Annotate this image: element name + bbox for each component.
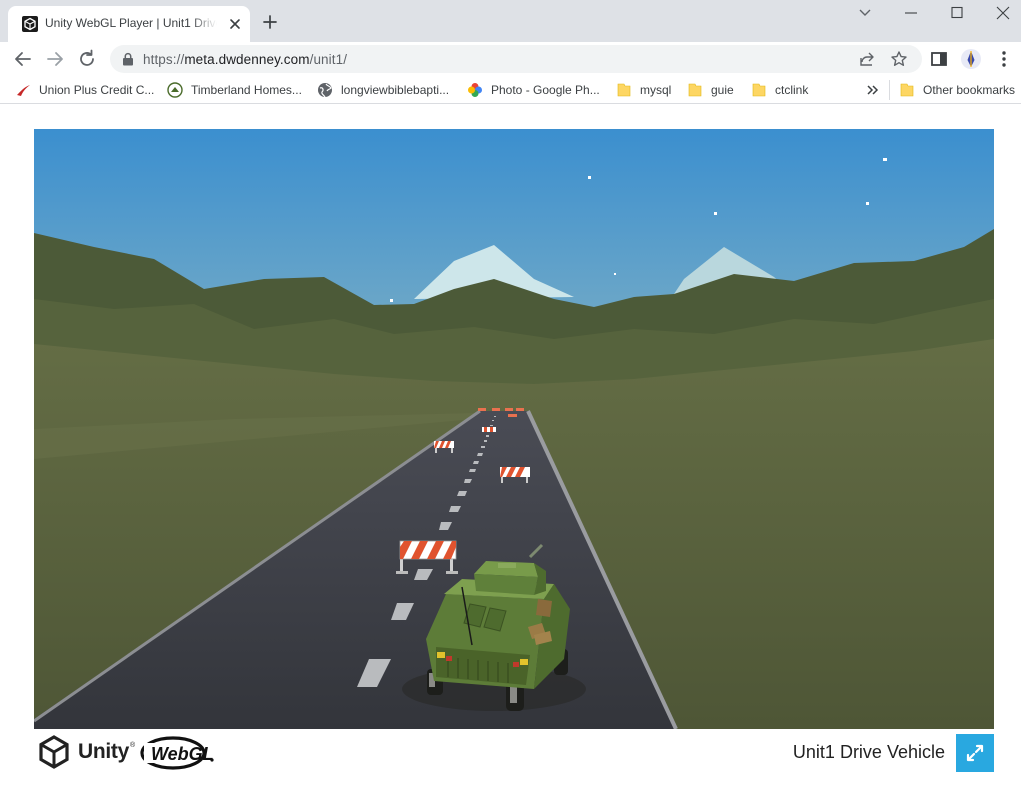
timberland-icon: [167, 82, 183, 98]
fullscreen-button[interactable]: [956, 734, 994, 772]
folder-icon: [688, 83, 702, 97]
reload-icon[interactable]: [76, 48, 98, 70]
bookmark-star-icon[interactable]: [890, 50, 908, 68]
lock-icon[interactable]: [122, 52, 134, 66]
maximize-icon[interactable]: [946, 4, 968, 22]
unity-game-canvas[interactable]: [34, 129, 994, 729]
chevron-double-right-icon[interactable]: [864, 82, 880, 98]
webgl-logo-icon: WebGL: [140, 736, 214, 770]
bookmarks-divider: [889, 80, 890, 100]
close-window-icon[interactable]: [992, 4, 1014, 22]
union-plus-icon: [17, 85, 30, 96]
other-bookmarks[interactable]: Other bookmarks: [899, 80, 1015, 100]
unity-player-footer: Unity ® WebGL Unit1 Drive Vehicle: [34, 729, 994, 775]
minimize-icon[interactable]: [900, 4, 922, 22]
folder-icon: [617, 83, 631, 97]
webgl-wordmark: WebGL: [151, 744, 214, 764]
url-text: https://meta.dwdenney.com/unit1/: [143, 52, 347, 67]
bookmark-union-plus[interactable]: Union Plus Credit C...: [15, 80, 154, 100]
tab-title: Unity WebGL Player | Unit1 Drive Vehicle: [45, 16, 217, 30]
tab-strip: Unity WebGL Player | Unit1 Drive Vehicle: [0, 0, 1021, 42]
forward-icon[interactable]: [44, 48, 66, 70]
other-bookmarks-label: Other bookmarks: [923, 83, 1016, 97]
bookmark-label: longviewbiblebapti...: [341, 83, 450, 97]
game-scene: [34, 129, 994, 729]
bookmark-label: guie: [711, 83, 734, 97]
unity-favicon-icon: [22, 16, 38, 32]
new-tab-icon[interactable]: [260, 12, 280, 32]
unity-logo-icon: [39, 735, 69, 769]
trademark-mark: ®: [130, 742, 136, 749]
unity-wordmark: Unity: [78, 740, 130, 763]
folder-icon: [900, 83, 914, 97]
active-tab[interactable]: Unity WebGL Player | Unit1 Drive Vehicle: [8, 6, 250, 42]
bookmark-label: mysql: [640, 83, 672, 97]
tab-search-icon[interactable]: [854, 4, 876, 22]
share-icon[interactable]: [858, 50, 876, 68]
bookmark-label: Union Plus Credit C...: [39, 83, 155, 97]
back-icon[interactable]: [12, 48, 34, 70]
profile-avatar-icon[interactable]: [960, 48, 982, 70]
folder-icon: [752, 83, 766, 97]
close-tab-icon[interactable]: [226, 15, 244, 33]
build-title: Unit1 Drive Vehicle: [792, 742, 945, 762]
address-bar[interactable]: https://meta.dwdenney.com/unit1/: [110, 45, 922, 73]
fullscreen-icon: [966, 744, 984, 762]
bookmark-folder-guie[interactable]: guie: [687, 80, 734, 100]
bookmarks-bar: Union Plus Credit C... Timberland Homes.…: [0, 76, 1021, 104]
menu-kebab-icon[interactable]: [993, 48, 1015, 70]
url-scheme: https://: [143, 52, 185, 67]
globe-icon: [318, 83, 332, 98]
barricade-far-center: [482, 427, 496, 432]
bookmark-label: ctclink: [775, 83, 809, 97]
bookmark-folder-mysql[interactable]: mysql: [616, 80, 671, 100]
browser-toolbar: https://meta.dwdenney.com/unit1/: [0, 42, 1021, 76]
bookmark-longview[interactable]: longviewbiblebapti...: [317, 80, 449, 100]
url-host: meta.dwdenney.com: [184, 52, 310, 67]
page-content: Unity ® WebGL Unit1 Drive Vehicle: [0, 105, 1021, 788]
bookmark-timberland[interactable]: Timberland Homes...: [167, 80, 302, 100]
google-photos-icon: [468, 83, 482, 97]
bookmark-google-photos[interactable]: Photo - Google Ph...: [467, 80, 600, 100]
url-path: /unit1/: [309, 52, 348, 67]
side-panel-icon[interactable]: [928, 48, 950, 70]
bookmark-label: Photo - Google Ph...: [491, 83, 600, 97]
bookmark-folder-ctclink[interactable]: ctclink: [751, 80, 808, 100]
webgl-logo: WebGL: [140, 736, 216, 770]
bookmark-label: Timberland Homes...: [191, 83, 302, 97]
